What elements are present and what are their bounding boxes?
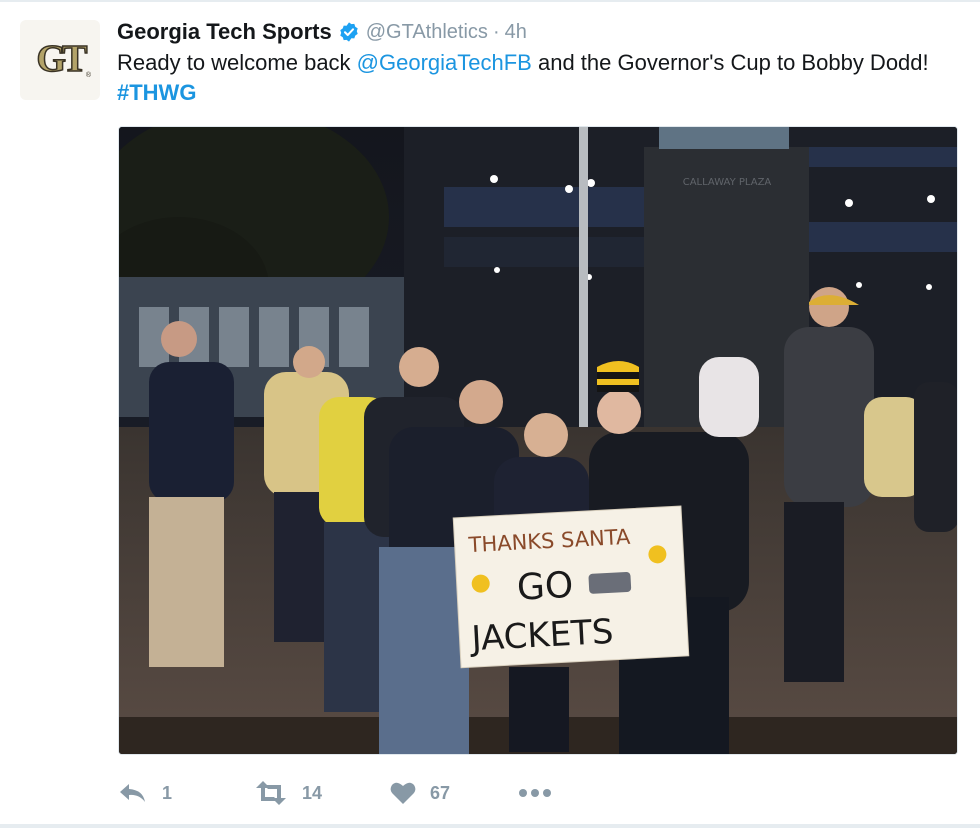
author-name[interactable]: Georgia Tech Sports bbox=[117, 19, 332, 45]
bottom-divider bbox=[0, 824, 980, 828]
more-button[interactable] bbox=[518, 778, 552, 808]
top-divider bbox=[0, 0, 980, 2]
verified-badge-icon bbox=[338, 21, 360, 43]
heart-icon bbox=[390, 781, 416, 805]
avatar[interactable]: GT ® bbox=[20, 20, 100, 100]
tweet-photo[interactable]: CALLAWAY PLAZA THANKS SANTA GO JACKETS bbox=[118, 126, 958, 755]
registered-mark: ® bbox=[85, 72, 91, 79]
retweet-icon bbox=[254, 781, 288, 805]
timestamp[interactable]: 4h bbox=[505, 21, 527, 44]
tweet-header: Georgia Tech Sports @GTAthletics · 4h bbox=[117, 17, 527, 47]
gt-logo: GT bbox=[36, 37, 88, 81]
reply-button[interactable]: 1 bbox=[118, 778, 172, 808]
sign-line-2: GO bbox=[516, 565, 574, 609]
tweet-text: Ready to welcome back @GeorgiaTechFB and… bbox=[117, 48, 962, 108]
like-count: 67 bbox=[430, 782, 451, 803]
author-handle[interactable]: @GTAthletics bbox=[366, 21, 488, 44]
tweet-text-part: Ready to welcome back bbox=[117, 50, 357, 75]
hashtag-link[interactable]: #THWG bbox=[117, 80, 196, 105]
retweet-button[interactable]: 14 bbox=[254, 778, 322, 808]
retweet-count: 14 bbox=[302, 782, 323, 803]
sign-line-3: JACKETS bbox=[469, 612, 615, 659]
reply-count: 1 bbox=[162, 782, 173, 803]
tweet-text-part: and the Governor's Cup to Bobby Dodd! bbox=[531, 50, 929, 75]
reply-icon bbox=[118, 782, 148, 804]
tweet-actions: 1 14 67 bbox=[118, 778, 718, 808]
plaza-sign: CALLAWAY PLAZA bbox=[683, 177, 772, 188]
separator-dot: · bbox=[492, 20, 500, 43]
mention-link[interactable]: @GeorgiaTechFB bbox=[357, 50, 532, 75]
like-button[interactable]: 67 bbox=[390, 778, 450, 808]
more-dots-icon bbox=[518, 788, 552, 798]
